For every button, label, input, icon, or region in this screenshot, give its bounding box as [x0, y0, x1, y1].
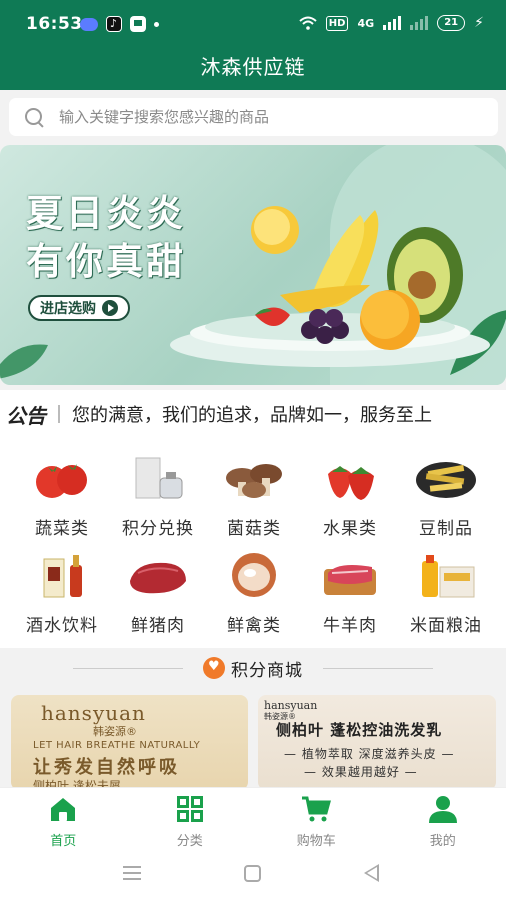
tomato-icon [36, 464, 87, 498]
category-label: 蔬菜类 [35, 519, 89, 539]
category-label: 米面粮油 [410, 616, 482, 636]
mushroom-icon [226, 464, 282, 498]
pork-icon [130, 562, 186, 594]
cart-icon [302, 796, 332, 822]
category-label: 水果类 [323, 519, 377, 539]
enter-shop-label: 进店选购 [40, 301, 96, 317]
divider-line [323, 667, 433, 669]
tv-icon [130, 16, 146, 32]
chicken-icon [232, 553, 276, 597]
notice-divider [58, 405, 60, 423]
tab-cart[interactable]: 购物车 [253, 788, 380, 849]
promo-card-hansyuan-breathe[interactable]: hansyuan 韩姿源® LET HAIR BREATHE NATURALLY… [11, 695, 248, 790]
heart-icon [203, 657, 225, 679]
status-bar: 16:53 HD 4G 21 ⚡ [0, 0, 506, 50]
home-icon [51, 798, 76, 821]
notification-icons [80, 16, 159, 32]
tiktok-icon [106, 16, 122, 32]
signal-icon [383, 16, 402, 30]
category-poultry[interactable]: 鲜禽类 [204, 551, 304, 636]
promo-tagline-cn: 让秀发自然呼吸 [33, 757, 180, 778]
category-points-exchange[interactable]: 积分兑换 [108, 454, 208, 539]
notice-bar[interactable]: 公告 您的满意，我们的追求，品牌如一，服务至上 [0, 390, 506, 438]
wifi-icon [299, 16, 317, 30]
category-label: 鲜禽类 [227, 616, 281, 636]
promo-line-1: — 植物萃取 深度滋养头皮 — [284, 747, 455, 761]
category-mushrooms[interactable]: 菌菇类 [204, 454, 304, 539]
category-label: 鲜猪肉 [131, 616, 185, 636]
page-title: 沐森供应链 [200, 55, 306, 79]
tofu-icon [416, 462, 476, 498]
search-area [0, 90, 506, 145]
grid-icon [176, 796, 203, 822]
tab-home[interactable]: 首页 [0, 788, 127, 849]
promo-title: 侧柏叶 蓬松控油洗发乳 [276, 721, 443, 739]
play-icon [102, 300, 118, 316]
promo-line-2: — 效果越用越好 — [304, 765, 418, 779]
promo-tagline-en: LET HAIR BREATHE NATURALLY [33, 740, 201, 751]
hd-icon: HD [325, 15, 349, 31]
category-grid: 蔬菜类 积分兑换 菌菇类 水果类 豆制品 酒水饮料 鲜猪肉 鲜禽类 牛羊肉 米面… [0, 438, 506, 648]
category-drinks[interactable]: 酒水饮料 [12, 551, 112, 636]
category-vegetables[interactable]: 蔬菜类 [12, 454, 112, 539]
liquor-bottle-icon [43, 555, 82, 598]
home-button-icon[interactable] [244, 865, 261, 882]
category-rice-flour-oil[interactable]: 米面粮油 [396, 551, 496, 636]
bottom-tab-bar: 首页 分类 购物车 我的 [0, 787, 506, 849]
enter-shop-button[interactable]: 进店选购 [28, 295, 130, 321]
promo-brand: hansyuan [41, 701, 146, 725]
category-label: 酒水饮料 [26, 616, 98, 636]
category-label: 菌菇类 [227, 519, 281, 539]
cloud-icon [80, 17, 98, 31]
category-beef-lamb[interactable]: 牛羊肉 [300, 551, 400, 636]
signal-2-icon [410, 16, 429, 30]
beef-icon [324, 565, 376, 595]
promo-banner[interactable]: 夏日炎炎 有你真甜 进店选购 [0, 145, 506, 385]
notice-tag: 公告 [6, 403, 46, 428]
divider-line [73, 667, 183, 669]
app-header: 16:53 HD 4G 21 ⚡ 沐森供应链 [0, 0, 506, 90]
category-pork[interactable]: 鲜猪肉 [108, 551, 208, 636]
notice-text: 您的满意，我们的追求，品牌如一，服务至上 [72, 405, 432, 426]
tab-category[interactable]: 分类 [127, 788, 254, 849]
leaf-left-icon [0, 344, 48, 379]
perfume-icon [135, 457, 183, 499]
rice-oil-icon [422, 555, 475, 598]
strawberry-icon [328, 466, 374, 500]
status-time: 16:53 [26, 14, 83, 34]
category-bean-products[interactable]: 豆制品 [396, 454, 496, 539]
recent-apps-icon[interactable] [123, 866, 141, 880]
tab-profile[interactable]: 我的 [380, 788, 506, 849]
category-label: 积分兑换 [122, 519, 194, 539]
category-fruits[interactable]: 水果类 [300, 454, 400, 539]
system-nav-bar [0, 847, 506, 900]
search-icon [23, 106, 45, 128]
user-icon [428, 796, 457, 823]
network-type: 4G [357, 16, 375, 30]
battery-icon: 21 [437, 15, 466, 31]
points-mall-title: 积分商城 [231, 660, 303, 681]
search-input[interactable] [59, 108, 459, 126]
category-label: 牛羊肉 [323, 616, 377, 636]
promo-brand-cn: 韩姿源® [93, 725, 137, 738]
system-icons: HD 4G 21 ⚡ [299, 15, 484, 31]
category-label: 豆制品 [419, 519, 473, 539]
points-mall-header: 积分商城 [0, 648, 506, 688]
fruit-plate-illustration [170, 206, 490, 367]
more-notifications-icon [154, 21, 159, 27]
charging-icon: ⚡ [474, 15, 484, 31]
search-bar[interactable] [9, 98, 498, 136]
back-icon[interactable] [364, 864, 379, 882]
promo-card-hansyuan-shampoo[interactable]: hansyuan 韩姿源® 侧柏叶 蓬松控油洗发乳 — 植物萃取 深度滋养头皮 … [258, 695, 496, 790]
